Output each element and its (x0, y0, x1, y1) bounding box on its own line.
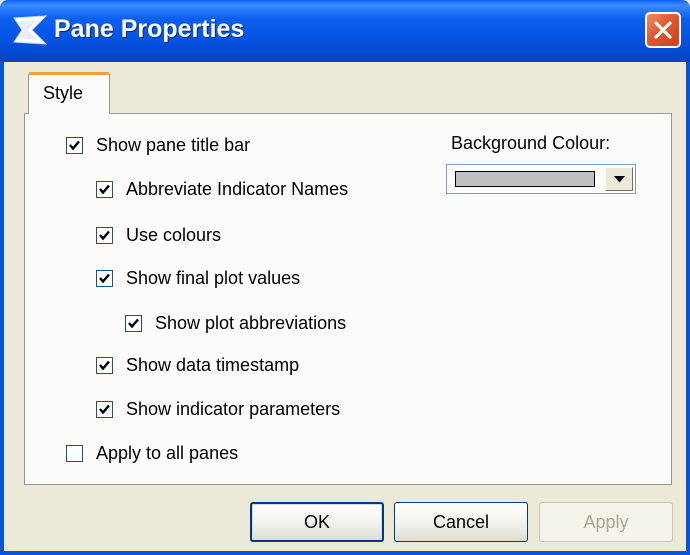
use-colours-option[interactable]: Use colours (96, 222, 221, 248)
checkmark-icon (99, 184, 110, 194)
show-final-plot-values-option[interactable]: Show final plot values (96, 265, 300, 291)
show-indicator-parameters-option[interactable]: Show indicator parameters (96, 396, 340, 422)
tab-style[interactable]: Style (28, 72, 110, 114)
show-plot-abbreviations-option[interactable]: Show plot abbreviations (125, 310, 346, 336)
show-indicator-parameters-checkbox[interactable] (96, 400, 113, 418)
checkmark-icon (128, 318, 139, 328)
show-data-timestamp-checkbox[interactable] (96, 356, 113, 374)
close-icon (654, 21, 672, 39)
show-plot-abbreviations-checkbox[interactable] (125, 314, 142, 332)
app-logo-icon (13, 15, 48, 45)
close-button[interactable] (645, 12, 681, 48)
checkmark-icon (99, 230, 110, 240)
checkmark-icon (99, 360, 110, 370)
show-pane-title-bar-option[interactable]: Show pane title bar (66, 132, 250, 158)
apply-button[interactable]: Apply (539, 502, 673, 542)
tab-style-label: Style (43, 83, 84, 103)
show-pane-title-bar-checkbox[interactable] (66, 136, 83, 154)
apply-to-all-panes-checkbox[interactable] (66, 444, 83, 462)
show-data-timestamp-option[interactable]: Show data timestamp (96, 352, 299, 378)
window-title: Pane Properties (54, 15, 245, 43)
background-colour-swatch (455, 171, 595, 187)
title-bar[interactable]: Pane Properties (0, 0, 690, 62)
abbreviate-indicator-names-label: Abbreviate Indicator Names (126, 178, 349, 199)
use-colours-label: Use colours (126, 224, 222, 245)
background-colour-dropdown[interactable] (446, 164, 636, 194)
background-colour-label: Background Colour: (451, 133, 611, 153)
apply-to-all-panes-option[interactable]: Apply to all panes (66, 440, 238, 466)
checkmark-icon (99, 404, 110, 414)
show-final-plot-values-checkbox[interactable] (96, 269, 113, 287)
show-pane-title-bar-label: Show pane title bar (96, 134, 251, 155)
ok-button[interactable]: OK (250, 502, 384, 542)
abbreviate-indicator-names-checkbox[interactable] (96, 180, 113, 198)
show-data-timestamp-label: Show data timestamp (126, 354, 300, 375)
checkmark-icon (99, 273, 110, 283)
show-plot-abbreviations-label: Show plot abbreviations (155, 312, 347, 333)
use-colours-checkbox[interactable] (96, 226, 113, 244)
cancel-button[interactable]: Cancel (394, 502, 528, 542)
show-final-plot-values-label: Show final plot values (126, 267, 301, 288)
abbreviate-indicator-names-option[interactable]: Abbreviate Indicator Names (96, 176, 348, 202)
apply-to-all-panes-label: Apply to all panes (96, 442, 239, 463)
dropdown-arrow-button[interactable] (605, 167, 633, 191)
chevron-down-icon (614, 176, 625, 183)
show-indicator-parameters-label: Show indicator parameters (126, 398, 341, 419)
checkmark-icon (69, 140, 80, 150)
